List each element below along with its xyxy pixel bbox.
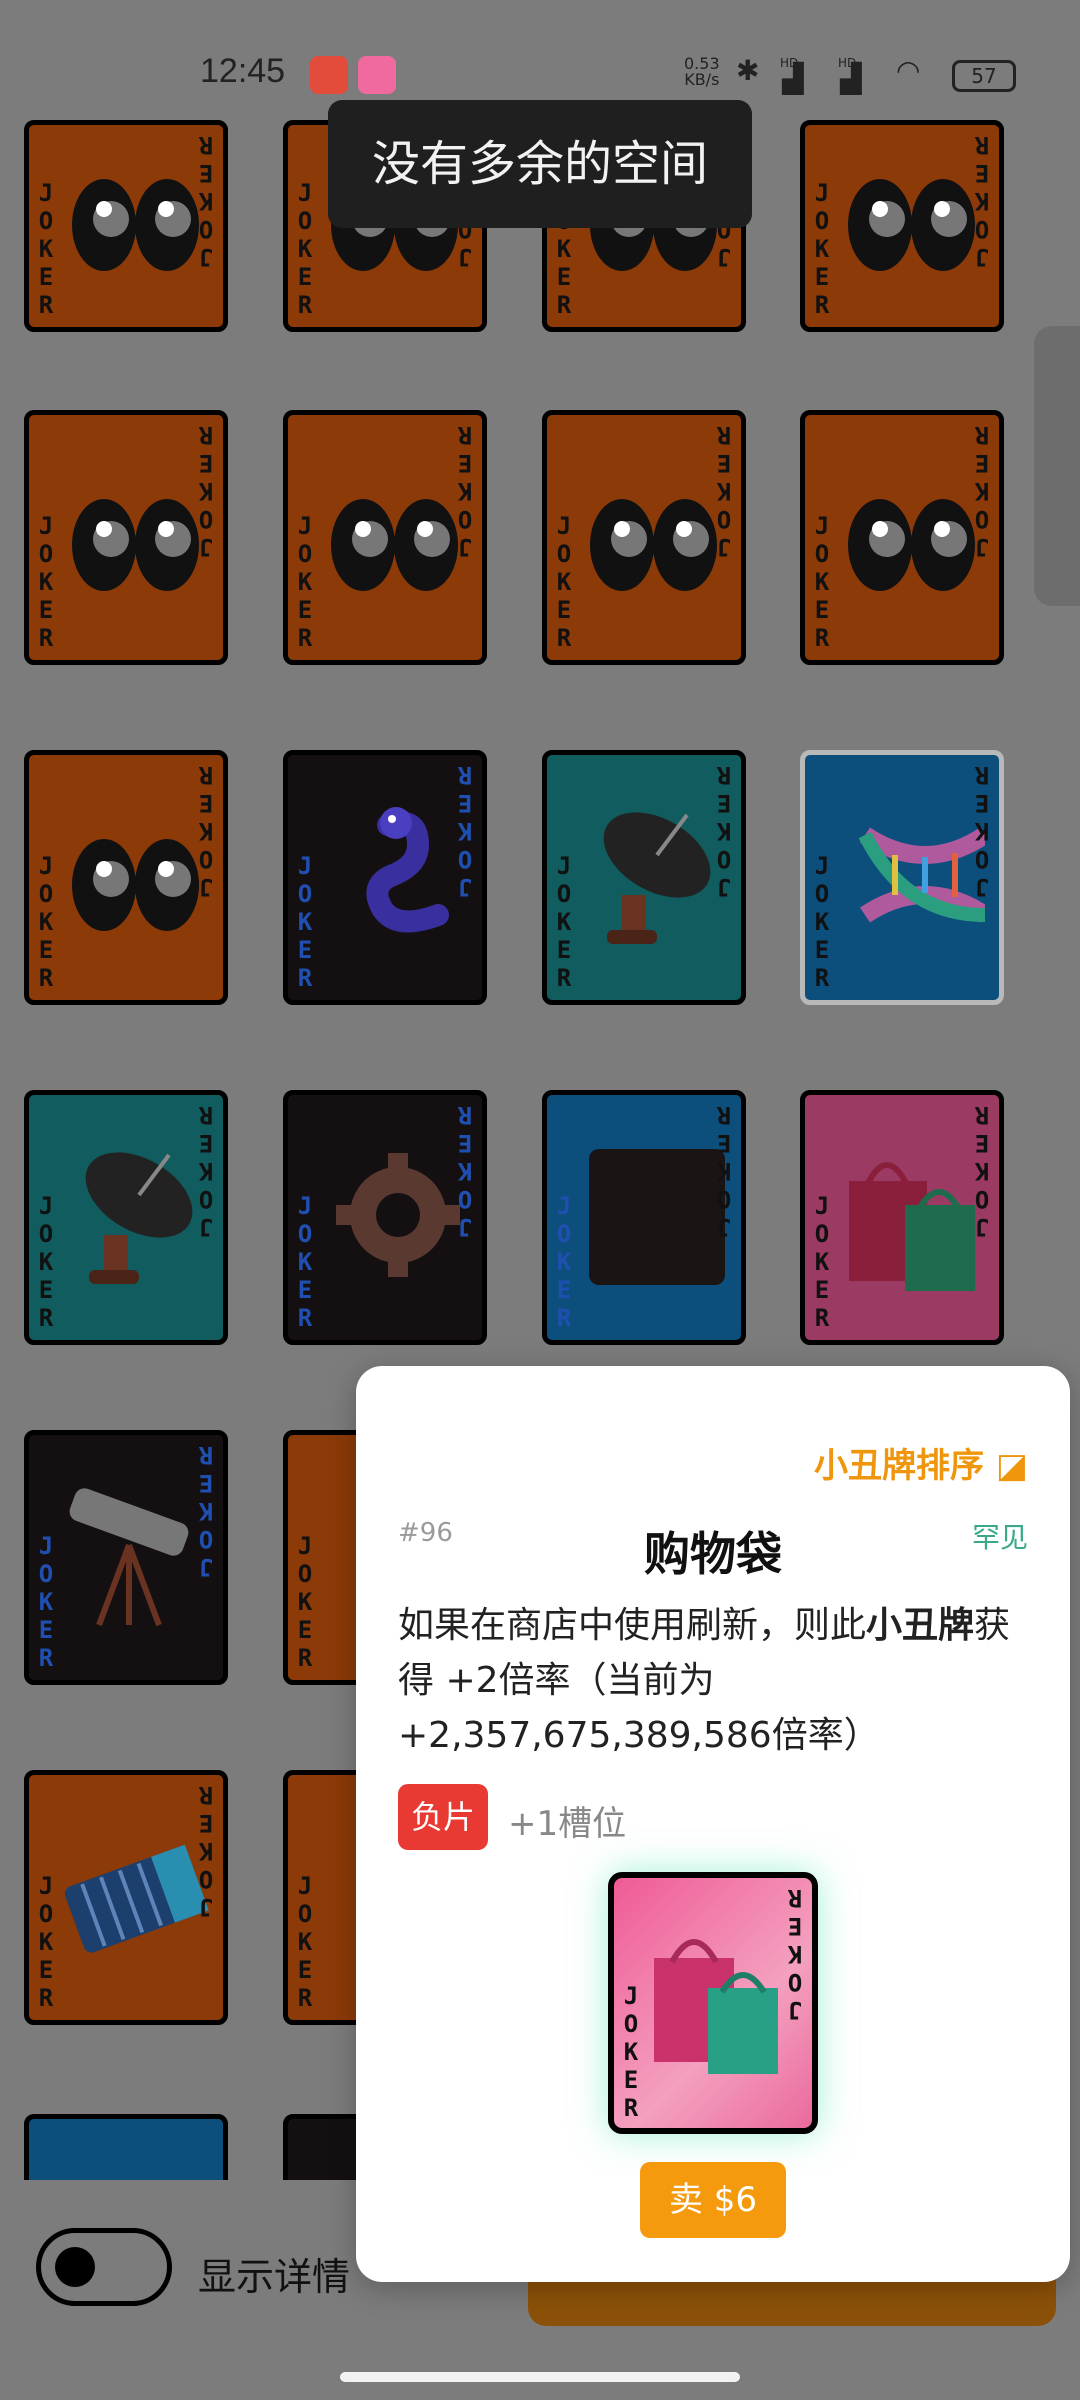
joker-label-rotated: JOKER — [457, 761, 473, 901]
shopping-bags-icon — [849, 1162, 975, 1291]
joker-label-rotated: JOKER — [457, 421, 473, 561]
joker-card-selected[interactable]: JOKER JOKER — [800, 750, 1004, 1005]
joker-label: JOKER — [556, 512, 572, 652]
joker-sort-link[interactable]: 小丑牌排序 ◪ — [814, 1438, 1028, 1487]
googly-eyes-icon — [590, 499, 717, 591]
joker-label-rotated: JOKER — [974, 421, 990, 561]
joker-label: JOKER — [814, 179, 830, 319]
joker-label: JOKER — [38, 1532, 54, 1672]
joker-card[interactable]: JOKER JOKER — [24, 410, 228, 665]
joker-card[interactable]: JOKER JOKER — [283, 1090, 487, 1345]
joker-label-rotated: JOKER — [974, 761, 990, 901]
negative-badge: 负片 — [398, 1784, 488, 1850]
joker-label: JOKER — [623, 1982, 639, 2122]
signal-2-icon: ▟ — [840, 62, 862, 95]
joker-label: JOKER — [38, 512, 54, 652]
joker-card[interactable]: JOKER JOKER — [542, 1090, 746, 1345]
gear-icon — [336, 1153, 460, 1277]
joker-label: JOKER — [556, 852, 572, 992]
joker-label-rotated: JOKER — [198, 1441, 214, 1581]
satellite-dish-icon — [603, 812, 711, 944]
joker-label: JOKER — [297, 1532, 313, 1672]
joker-label-rotated: JOKER — [787, 1884, 803, 2024]
dark-square-icon — [589, 1149, 725, 1285]
notification-app-icon — [310, 56, 348, 94]
joker-label: JOKER — [814, 852, 830, 992]
shopping-bags-icon — [654, 1939, 778, 2074]
joker-card[interactable]: JOKER JOKER — [800, 1090, 1004, 1345]
show-details-label: 显示详情 — [198, 2255, 351, 2299]
joker-card[interactable]: JOKER JOKER — [542, 750, 746, 1005]
joker-label-rotated: JOKER — [716, 761, 732, 901]
joker-label: JOKER — [297, 512, 313, 652]
joker-label: JOKER — [556, 1192, 572, 1332]
joker-label-rotated: JOKER — [198, 1781, 214, 1921]
status-time: 12:45 — [200, 52, 286, 90]
joker-label: JOKER — [297, 1872, 313, 2012]
googly-eyes-icon — [72, 179, 199, 271]
joker-card[interactable]: JOKER JOKER — [24, 1770, 228, 2025]
joker-label: JOKER — [297, 1192, 313, 1332]
show-details-toggle[interactable] — [36, 2228, 172, 2306]
toggle-knob — [55, 2247, 95, 2287]
googly-eyes-icon — [331, 499, 458, 591]
snake-icon — [366, 807, 449, 933]
joker-card[interactable]: JOKER JOKER — [800, 120, 1004, 332]
joker-card[interactable]: JOKER JOKER — [800, 410, 1004, 665]
cards-icon: ◪ — [995, 1446, 1028, 1486]
joker-label: JOKER — [38, 179, 54, 319]
card-rarity: 罕见 — [971, 1521, 1028, 1554]
googly-eyes-icon — [848, 179, 975, 271]
bluetooth-icon: ✱ — [736, 54, 760, 87]
joker-card[interactable]: JOKER JOKER — [24, 1090, 228, 1345]
joker-label-rotated: JOKER — [198, 421, 214, 561]
signal-1-icon: ▟ — [782, 62, 804, 95]
card-detail-popup: 小丑牌排序 ◪ #96 购物袋 罕见 如果在商店中使用刷新，则此小丑牌获得 +2… — [356, 1366, 1070, 2282]
googly-eyes-icon — [72, 499, 199, 591]
joker-card[interactable]: JOKER JOKER — [24, 120, 228, 332]
joker-card[interactable] — [24, 2114, 228, 2180]
accordion-icon — [64, 1844, 209, 1953]
joker-label: JOKER — [38, 1872, 54, 2012]
joker-label: JOKER — [814, 1192, 830, 1332]
joker-label-rotated: JOKER — [198, 761, 214, 901]
satellite-dish-icon — [85, 1152, 193, 1284]
joker-label-rotated: JOKER — [974, 131, 990, 271]
card-description: 如果在商店中使用刷新，则此小丑牌获得 +2倍率（当前为 +2,357,675,3… — [398, 1605, 1011, 1756]
joker-card[interactable]: JOKER JOKER — [24, 1430, 228, 1685]
battery-indicator: 57 — [952, 60, 1016, 92]
bilibili-app-icon — [358, 56, 396, 94]
joker-label-rotated: JOKER — [198, 1101, 214, 1241]
joker-card[interactable]: JOKER JOKER — [542, 410, 746, 665]
wifi-icon: ◠ — [896, 54, 921, 87]
joker-label-rotated: JOKER — [716, 1101, 732, 1241]
telescope-icon — [69, 1488, 189, 1627]
network-speed: 0.53 KB/s — [684, 54, 720, 89]
slot-bonus: +1槽位 — [508, 1804, 627, 1844]
card-preview: JOKER JOKER — [608, 1872, 818, 2134]
joker-card[interactable]: JOKER JOKER — [283, 750, 487, 1005]
joker-label: JOKER — [38, 1192, 54, 1332]
googly-eyes-icon — [848, 499, 975, 591]
joker-label: JOKER — [297, 179, 313, 319]
joker-card[interactable]: JOKER JOKER — [283, 410, 487, 665]
joker-label-rotated: JOKER — [974, 1101, 990, 1241]
dna-icon — [858, 827, 985, 923]
joker-label-rotated: JOKER — [457, 1101, 473, 1241]
joker-label: JOKER — [38, 852, 54, 992]
googly-eyes-icon — [72, 839, 199, 931]
toast-message: 没有多余的空间 — [328, 100, 752, 228]
joker-label-rotated: JOKER — [198, 131, 214, 271]
card-title: 购物袋 — [644, 1527, 782, 1581]
joker-label: JOKER — [297, 852, 313, 992]
home-indicator[interactable] — [340, 2372, 740, 2382]
joker-label-rotated: JOKER — [716, 421, 732, 561]
joker-label: JOKER — [814, 512, 830, 652]
joker-card[interactable]: JOKER JOKER — [24, 750, 228, 1005]
sell-button[interactable]: 卖 $6 — [640, 2162, 786, 2238]
scrollbar[interactable] — [1034, 326, 1080, 606]
